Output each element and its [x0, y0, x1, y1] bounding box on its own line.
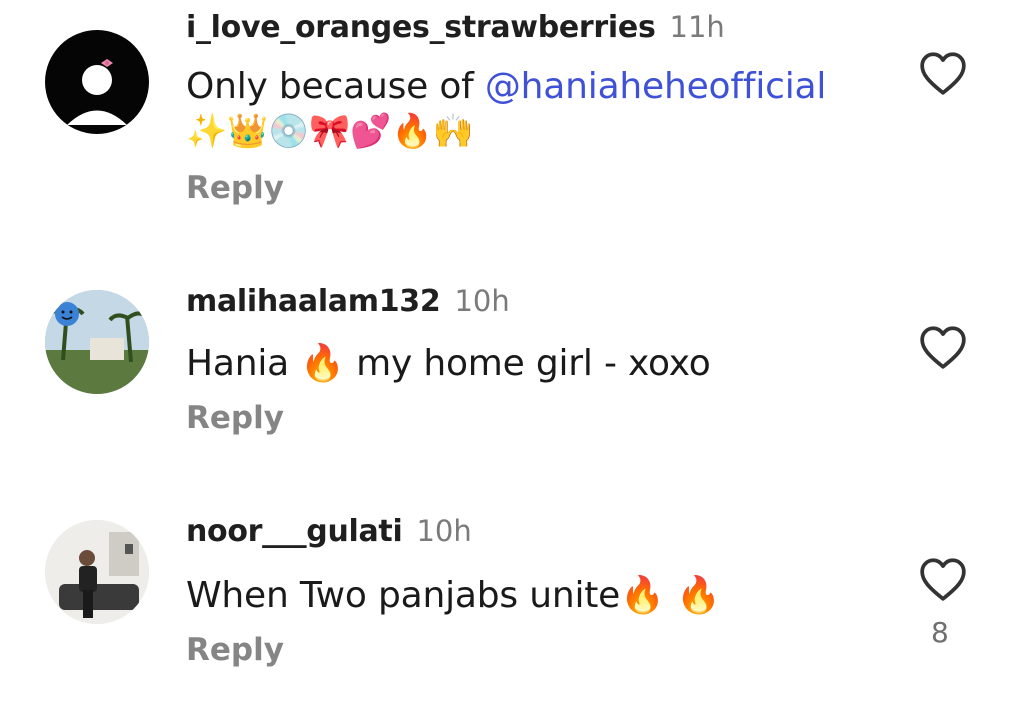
comment-text: When Two panjabs unite🔥 🔥 [186, 574, 721, 616]
like-count: 8 [931, 616, 949, 649]
comment-text-part: Only because of [186, 66, 485, 107]
heart-outline-icon[interactable] [918, 556, 968, 602]
comment-item: malihaalam132 10h Hania 🔥 my home girl - … [0, 280, 1024, 470]
username[interactable]: i_love_oranges_strawberries [186, 10, 656, 45]
mention-link[interactable]: @haniaheheofficial [485, 66, 827, 107]
fire-emoji: 🔥 [300, 343, 345, 384]
timestamp: 10h [454, 284, 510, 318]
comment-item: noor___gulati 10h When Two panjabs unite🔥… [0, 510, 1024, 710]
reply-button[interactable]: Reply [186, 632, 284, 668]
heart-outline-icon[interactable] [918, 50, 968, 96]
avatar[interactable] [45, 290, 149, 394]
reply-button[interactable]: Reply [186, 170, 284, 206]
comment-text: Only because of @haniaheheofficial [186, 66, 826, 107]
heart-outline-icon[interactable] [918, 324, 968, 370]
timestamp: 10h [416, 514, 472, 548]
timestamp: 11h [669, 10, 725, 44]
avatar[interactable] [45, 30, 149, 134]
username[interactable]: malihaalam132 [186, 284, 441, 319]
reply-button[interactable]: Reply [186, 400, 284, 436]
comment-text-part: my home girl - xoxo [344, 343, 711, 384]
avatar[interactable] [45, 520, 149, 624]
username[interactable]: noor___gulati [186, 514, 403, 549]
comment-item: i_love_oranges_strawberries 11h Only beca… [0, 0, 1024, 230]
comment-text-part: When Two panjabs unite [186, 575, 621, 616]
fire-emoji: 🔥 🔥 [620, 575, 721, 616]
comment-text-part: Hania [186, 343, 301, 384]
comment-emojis: ✨👑💿🎀💕🔥🙌 [186, 111, 474, 150]
comment-text: Hania 🔥 my home girl - xoxo [186, 342, 711, 384]
